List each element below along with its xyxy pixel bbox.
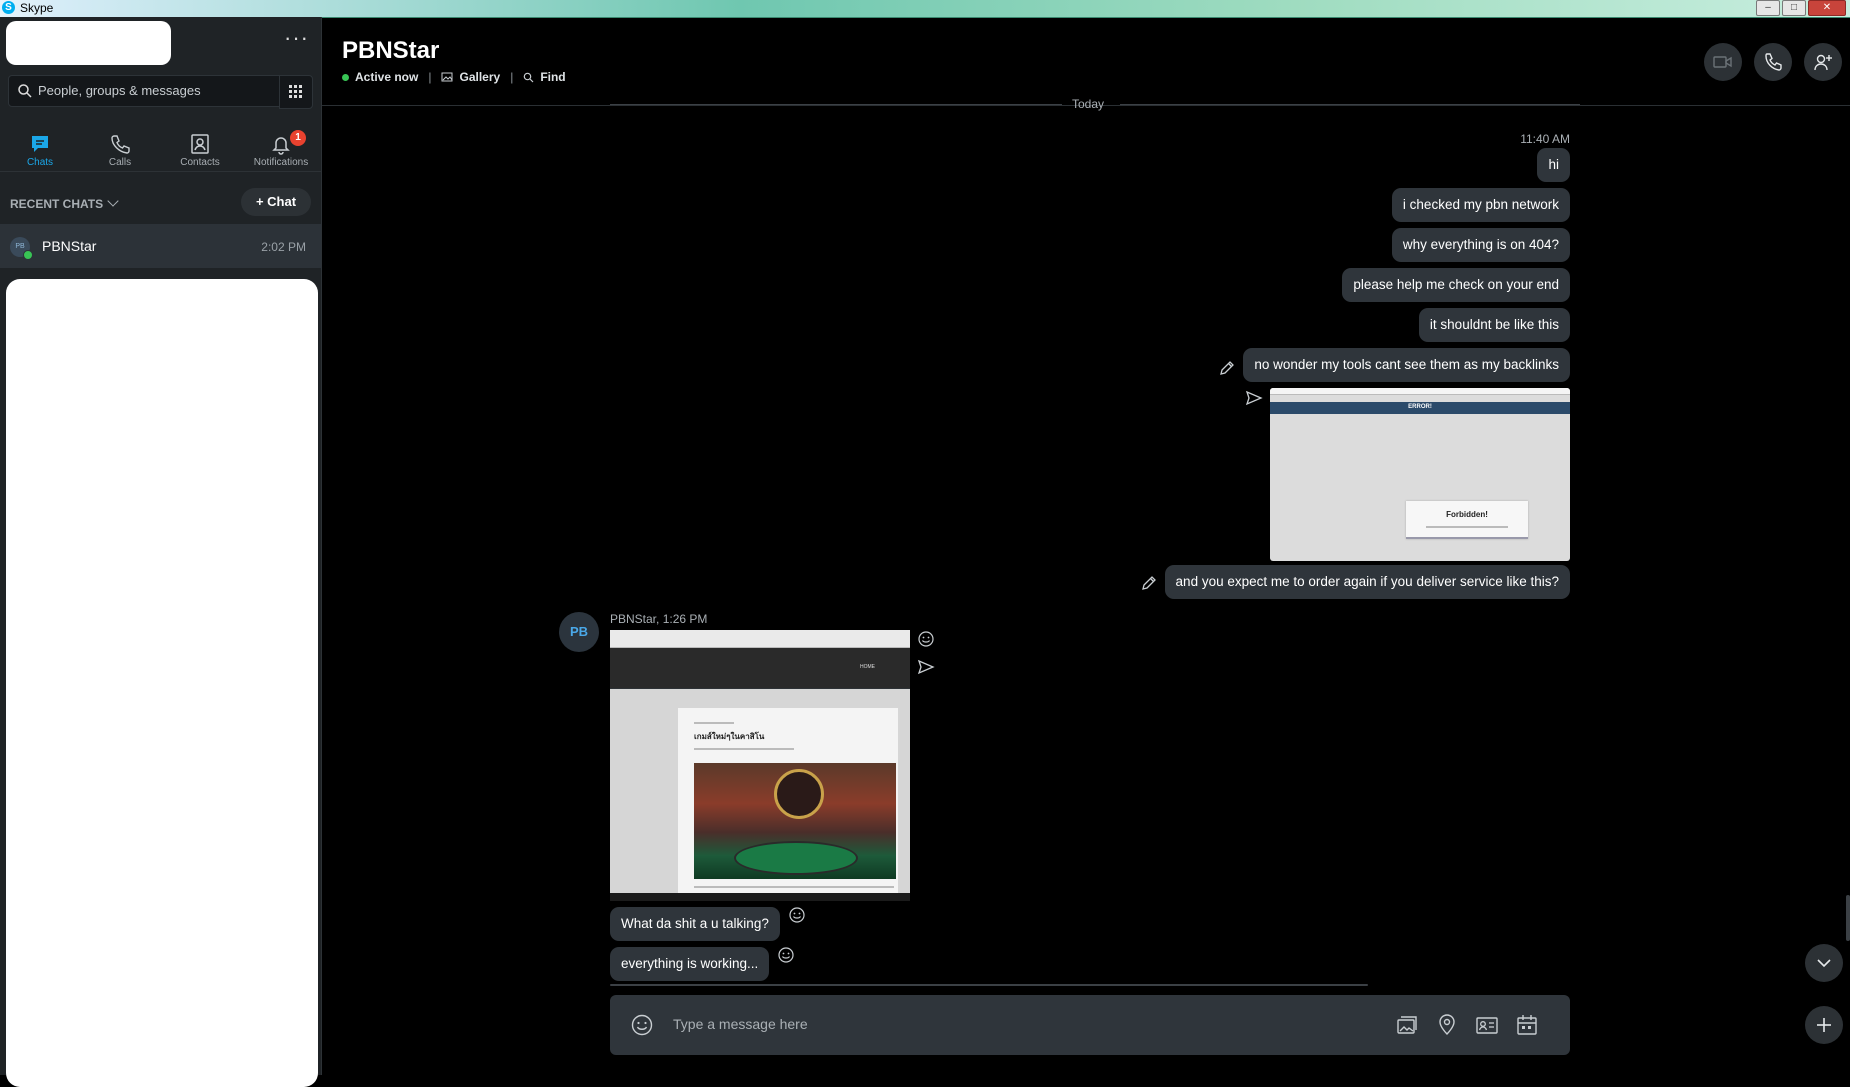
audio-call-button[interactable]: [1754, 43, 1792, 81]
phone-icon: [111, 135, 130, 154]
minimize-button[interactable]: –: [1756, 0, 1780, 16]
close-window-button[interactable]: ✕: [1808, 0, 1846, 16]
contact-subline: Active now | Gallery | Find: [342, 70, 566, 84]
message-sender-time: PBNStar, 1:26 PM: [610, 612, 708, 626]
emoji-icon[interactable]: [630, 1013, 654, 1037]
chat-icon: [32, 136, 48, 152]
gallery-link[interactable]: Gallery: [459, 70, 500, 84]
message-bubble-in[interactable]: What da shit a u talking?: [610, 907, 780, 941]
vertical-scrollbar[interactable]: [1846, 895, 1850, 941]
nav-calls[interactable]: Calls: [85, 115, 155, 171]
add-person-icon: [1814, 54, 1832, 71]
location-pin-icon[interactable]: [1435, 1013, 1459, 1037]
plus-icon: +: [255, 194, 264, 209]
message-bubble-out[interactable]: and you expect me to order again if you …: [1164, 565, 1570, 599]
nav-chats[interactable]: Chats: [5, 115, 75, 171]
search-icon: [524, 72, 534, 82]
day-divider: Today: [610, 97, 1580, 111]
video-camera-icon: [1713, 56, 1732, 68]
message-bubble-out[interactable]: why everything is on 404?: [1391, 228, 1570, 262]
edit-pencil-icon[interactable]: [1140, 574, 1158, 592]
horizontal-scrollbar[interactable]: [610, 984, 1368, 986]
emoji-reaction-icon[interactable]: [777, 946, 795, 964]
find-link[interactable]: Find: [540, 70, 565, 84]
window-titlebar: S Skype – □ ✕: [0, 0, 1850, 18]
chevron-down-icon: [107, 195, 119, 207]
casino-photo: [694, 763, 896, 879]
message-bubble-in[interactable]: everything is working...: [610, 947, 770, 981]
window-title: Skype: [20, 1, 54, 15]
chat-time: 2:02 PM: [261, 240, 306, 254]
dialpad-icon: [289, 85, 303, 99]
online-status-dot: [23, 250, 33, 260]
chat-name: PBNStar: [42, 238, 97, 254]
sidebar-redacted-area: [6, 279, 318, 1087]
sidebar-nav: Chats Calls Contacts Notifications 1: [0, 115, 321, 172]
sidebar: ··· People, groups & messages Chats Call…: [0, 17, 322, 1087]
notification-badge: 1: [290, 130, 306, 146]
message-bubble-out[interactable]: hi: [1537, 148, 1570, 182]
search-input[interactable]: People, groups & messages: [38, 83, 201, 98]
search-icon: [18, 84, 32, 98]
emoji-reaction-icon[interactable]: [917, 630, 935, 648]
phone-icon: [1765, 53, 1782, 71]
message-bubble-out[interactable]: no wonder my tools cant see them as my b…: [1243, 348, 1570, 382]
edit-pencil-icon[interactable]: [1218, 359, 1236, 377]
chevron-down-icon: [1817, 959, 1831, 968]
conversation-header: PBNStar Active now | Gallery | Find: [322, 17, 1850, 106]
forward-icon[interactable]: [1245, 389, 1263, 407]
message-composer[interactable]: Type a message here: [610, 995, 1570, 1055]
presence-status: Active now: [355, 70, 419, 84]
image-attachment-out[interactable]: ERROR! Forbidden!: [1270, 388, 1570, 561]
recent-chats-toggle[interactable]: RECENT CHATS: [10, 195, 119, 211]
image-attachment-in[interactable]: HOME เกมส์ใหม่ๆในคาสิโน: [610, 630, 910, 901]
skype-logo-icon: S: [2, 1, 15, 14]
avatar[interactable]: PB: [559, 612, 599, 652]
dialpad-button[interactable]: [279, 75, 313, 109]
media-icon[interactable]: [1395, 1013, 1419, 1037]
gallery-icon: [441, 72, 453, 82]
plus-icon: [1817, 1018, 1831, 1032]
more-actions-button[interactable]: [1805, 1006, 1843, 1044]
message-bubble-out[interactable]: please help me check on your end: [1342, 268, 1570, 302]
contact-card-icon[interactable]: [1475, 1013, 1499, 1037]
more-options-icon[interactable]: ···: [284, 27, 308, 49]
contacts-icon: [191, 134, 209, 154]
message-bubble-out[interactable]: it shouldnt be like this: [1418, 308, 1570, 342]
bell-icon: [272, 137, 290, 155]
chat-list-item[interactable]: PB PBNStar 2:02 PM: [0, 224, 321, 268]
nav-notifications[interactable]: Notifications 1: [246, 115, 316, 171]
video-call-button[interactable]: [1704, 43, 1742, 81]
maximize-button[interactable]: □: [1782, 0, 1806, 16]
message-bubble-out[interactable]: i checked my pbn network: [1391, 188, 1570, 222]
forward-icon[interactable]: [917, 658, 935, 676]
online-status-dot: [342, 73, 349, 81]
window-controls: – □ ✕: [1756, 0, 1846, 16]
new-chat-button[interactable]: + Chat: [241, 188, 311, 216]
contact-title[interactable]: PBNStar: [342, 37, 439, 65]
emoji-reaction-icon[interactable]: [788, 906, 806, 924]
message-input[interactable]: Type a message here: [673, 1016, 808, 1032]
schedule-icon[interactable]: [1515, 1013, 1539, 1037]
scroll-to-bottom-button[interactable]: [1805, 944, 1843, 982]
add-people-button[interactable]: [1804, 43, 1842, 81]
search-box[interactable]: People, groups & messages: [8, 75, 280, 107]
profile-area[interactable]: [6, 21, 171, 65]
message-timestamp: 11:40 AM: [1520, 132, 1570, 146]
nav-contacts[interactable]: Contacts: [165, 115, 235, 171]
